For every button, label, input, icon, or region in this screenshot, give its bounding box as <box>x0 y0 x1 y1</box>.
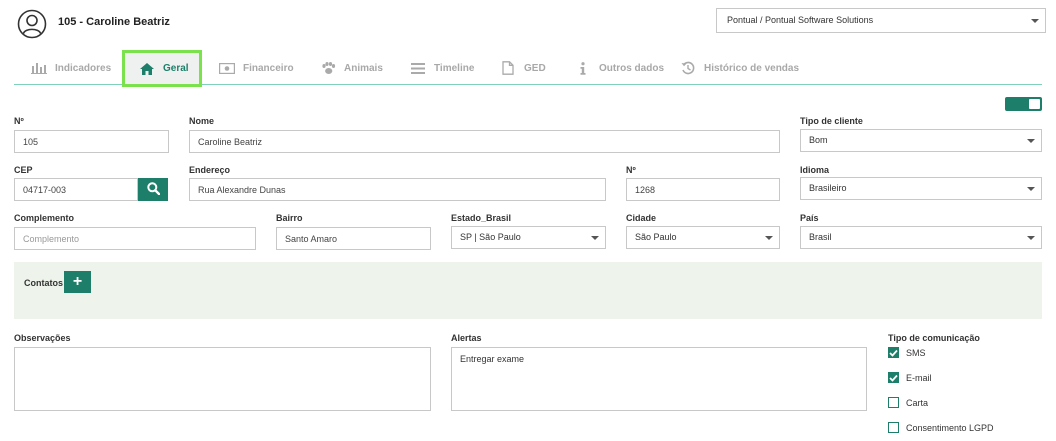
numero-endereco-field[interactable]: 1268 <box>626 178 780 201</box>
cep-search-button[interactable] <box>138 178 168 201</box>
toggle-knob <box>1029 99 1040 109</box>
contacts-label: Contatos <box>24 278 63 288</box>
nome-label: Nome <box>189 116 215 126</box>
file-icon <box>500 61 516 75</box>
numero-field[interactable]: 105 <box>14 130 169 153</box>
idioma-select[interactable]: Brasileiro <box>800 177 1042 200</box>
tab-label: GED <box>524 62 546 74</box>
bairro-field[interactable]: Santo Amaro <box>276 227 431 250</box>
observacoes-label: Observações <box>14 333 71 343</box>
chevron-down-icon <box>591 236 599 240</box>
tab-outros-dados[interactable]: Outros dados <box>575 52 664 84</box>
carta-label: Carta <box>906 397 929 408</box>
paw-icon <box>320 61 336 75</box>
page-title: 105 - Caroline Beatriz <box>58 16 170 28</box>
tipo-cliente-value: Bom <box>809 135 828 145</box>
email-option[interactable]: E-mail <box>888 372 932 383</box>
history-icon <box>680 61 696 75</box>
tab-financeiro[interactable]: Financeiro <box>219 52 294 84</box>
user-avatar-icon <box>17 9 47 39</box>
chevron-down-icon <box>765 236 773 240</box>
tab-historico-vendas[interactable]: Histórico de vendas <box>680 52 799 84</box>
pais-label: País <box>800 213 819 223</box>
tab-label: Geral <box>163 63 189 74</box>
cidade-label: Cidade <box>626 213 657 223</box>
pais-value: Brasil <box>809 232 832 242</box>
idioma-label: Idioma <box>800 165 830 175</box>
comunicacao-label: Tipo de comunicação <box>888 333 980 343</box>
chevron-down-icon <box>1027 139 1035 143</box>
email-label: E-mail <box>906 372 932 383</box>
money-icon <box>219 61 235 75</box>
alertas-label: Alertas <box>451 333 482 343</box>
tab-indicadores[interactable]: Indicadores <box>31 52 111 84</box>
company-select[interactable]: Pontual / Pontual Software Solutions <box>716 8 1046 33</box>
check-icon <box>889 349 898 357</box>
bairro-label: Bairro <box>276 213 303 223</box>
cep-label: CEP <box>14 165 33 175</box>
email-checkbox[interactable] <box>888 372 899 383</box>
sms-option[interactable]: SMS <box>888 347 926 358</box>
home-icon <box>139 62 155 76</box>
carta-option[interactable]: Carta <box>888 397 928 408</box>
tab-label: Timeline <box>434 62 475 74</box>
endereco-label: Endereço <box>189 165 231 175</box>
numero-endereco-label: Nº <box>626 165 636 175</box>
lgpd-label: Consentimento LGPD <box>906 422 994 433</box>
search-icon <box>146 181 160 198</box>
cidade-select[interactable]: São Paulo <box>626 226 780 249</box>
chevron-down-icon <box>1027 187 1035 191</box>
tab-label: Financeiro <box>243 62 294 74</box>
sms-checkbox[interactable] <box>888 347 899 358</box>
tipo-cliente-label: Tipo de cliente <box>800 116 863 126</box>
tab-animais[interactable]: Animais <box>320 52 383 84</box>
nome-field[interactable]: Caroline Beatriz <box>189 130 780 153</box>
observacoes-textarea[interactable] <box>14 347 431 411</box>
add-contact-button[interactable]: + <box>64 271 91 293</box>
tab-geral[interactable]: Geral <box>122 50 202 87</box>
cidade-value: São Paulo <box>635 232 677 242</box>
chevron-down-icon <box>1031 19 1039 23</box>
lgpd-checkbox[interactable] <box>888 422 899 433</box>
numero-label: Nº <box>14 116 24 126</box>
tab-timeline[interactable]: Timeline <box>410 52 474 84</box>
estado-select[interactable]: SP | São Paulo <box>451 226 606 249</box>
tab-label: Histórico de vendas <box>704 62 800 74</box>
sms-label: SMS <box>906 347 926 358</box>
tab-ged[interactable]: GED <box>500 52 546 84</box>
active-toggle[interactable] <box>1005 97 1042 111</box>
lgpd-option[interactable]: Consentimento LGPD <box>888 422 994 433</box>
tab-bar: Indicadores Geral Financeiro Animais Tim… <box>14 50 1042 87</box>
estado-value: SP | São Paulo <box>460 232 521 242</box>
carta-checkbox[interactable] <box>888 397 899 408</box>
tab-label: Outros dados <box>599 62 665 74</box>
complemento-label: Complemento <box>14 213 75 223</box>
bar-chart-icon <box>31 61 47 75</box>
tipo-cliente-select[interactable]: Bom <box>800 129 1042 152</box>
estado-label: Estado_Brasil <box>451 213 512 223</box>
contacts-panel: Contatos + <box>14 262 1042 319</box>
tab-label: Animais <box>344 62 383 74</box>
info-icon <box>575 61 591 75</box>
chevron-down-icon <box>1027 236 1035 240</box>
pais-select[interactable]: Brasil <box>800 226 1042 249</box>
check-icon <box>889 374 898 382</box>
cep-field[interactable]: 04717-003 <box>14 178 138 201</box>
list-icon <box>410 61 426 75</box>
endereco-field[interactable]: Rua Alexandre Dunas <box>189 178 606 201</box>
company-select-value: Pontual / Pontual Software Solutions <box>727 15 874 25</box>
idioma-value: Brasileiro <box>809 183 847 193</box>
plus-icon: + <box>72 273 83 290</box>
tab-label: Indicadores <box>55 62 112 74</box>
complemento-field[interactable]: Complemento <box>14 227 256 250</box>
alertas-textarea[interactable]: Entregar exame <box>451 347 867 411</box>
